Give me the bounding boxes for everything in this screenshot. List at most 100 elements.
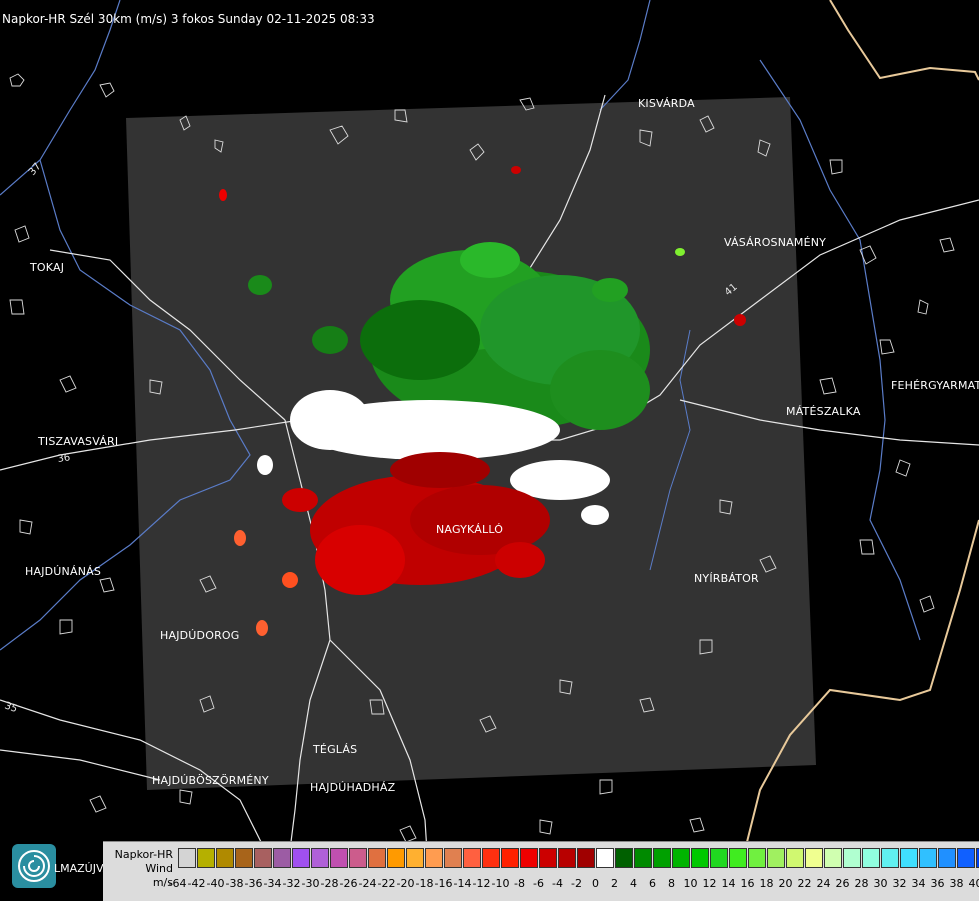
legend-swatch bbox=[425, 848, 443, 868]
legend-swatch bbox=[938, 848, 956, 868]
legend-swatch bbox=[197, 848, 215, 868]
legend-swatch bbox=[558, 848, 576, 868]
legend-tick-label: 16 bbox=[741, 877, 755, 890]
city-label: HAJDÚNÁNÁS bbox=[25, 565, 101, 578]
radar-map: 37 41 36 35 bbox=[0, 0, 979, 900]
legend-swatch bbox=[767, 848, 785, 868]
legend-tick-label: -10 bbox=[492, 877, 510, 890]
legend-swatch bbox=[786, 848, 804, 868]
legend-tick-label: 26 bbox=[836, 877, 850, 890]
legend-tick-label: -24 bbox=[359, 877, 377, 890]
legend-swatch bbox=[881, 848, 899, 868]
legend-tick-label: 0 bbox=[592, 877, 599, 890]
legend-swatch bbox=[672, 848, 690, 868]
legend-label-line: Napkor-HR bbox=[107, 848, 173, 862]
city-label: TÉGLÁS bbox=[313, 743, 357, 756]
legend-tick-label: 18 bbox=[760, 877, 774, 890]
legend-swatch bbox=[653, 848, 671, 868]
legend-swatch bbox=[577, 848, 595, 868]
legend-label-line: m/s bbox=[107, 876, 173, 890]
road-number-label: 36 bbox=[57, 452, 71, 465]
legend-tick-label: 28 bbox=[855, 877, 869, 890]
legend-swatch bbox=[710, 848, 728, 868]
legend-swatch bbox=[805, 848, 823, 868]
legend-tick-label: 4 bbox=[630, 877, 637, 890]
legend-tick-label: -4 bbox=[552, 877, 563, 890]
legend-swatch bbox=[292, 848, 310, 868]
legend-swatch bbox=[501, 848, 519, 868]
city-label: NAGYKÁLLÓ bbox=[436, 523, 503, 536]
legend-tick-label: -6 bbox=[533, 877, 544, 890]
napkor-logo-icon bbox=[12, 844, 56, 888]
legend-tick-label: 22 bbox=[798, 877, 812, 890]
legend-tick-label: 40 bbox=[969, 877, 979, 890]
city-label: FEHÉRGYARMAT bbox=[891, 379, 979, 392]
legend-swatch bbox=[539, 848, 557, 868]
city-label: VÁSÁROSNAMÉNY bbox=[724, 236, 826, 249]
legend-tick-label: -26 bbox=[340, 877, 358, 890]
legend-swatch bbox=[615, 848, 633, 868]
legend-swatch bbox=[368, 848, 386, 868]
legend-tick-label: -36 bbox=[245, 877, 263, 890]
legend-swatch bbox=[824, 848, 842, 868]
legend-tick-label: 14 bbox=[722, 877, 736, 890]
legend-tick-label: 8 bbox=[668, 877, 675, 890]
legend-label-line: Wind bbox=[107, 862, 173, 876]
legend-tick-label: 12 bbox=[703, 877, 717, 890]
city-label: HAJDÚDOROG bbox=[160, 629, 240, 642]
legend-swatch bbox=[843, 848, 861, 868]
city-label: TISZAVASVÁRI bbox=[38, 435, 118, 448]
legend-color-scale bbox=[178, 848, 979, 868]
legend-tick-label: -12 bbox=[473, 877, 491, 890]
legend-swatch bbox=[634, 848, 652, 868]
city-label: NYÍRBÁTOR bbox=[694, 572, 759, 585]
legend-swatch bbox=[235, 848, 253, 868]
legend-tick-label: 10 bbox=[684, 877, 698, 890]
legend-tick-label: 34 bbox=[912, 877, 926, 890]
legend-tick-label: -40 bbox=[207, 877, 225, 890]
legend-swatch bbox=[596, 848, 614, 868]
legend-swatch bbox=[691, 848, 709, 868]
legend-tick-label: -20 bbox=[397, 877, 415, 890]
legend-swatch bbox=[330, 848, 348, 868]
map-title: Napkor-HR Szél 30km (m/s) 3 fokos Sunday… bbox=[2, 12, 375, 26]
city-label: KISVÁRDA bbox=[638, 97, 695, 110]
legend-swatch bbox=[919, 848, 937, 868]
legend-tick-label: -32 bbox=[283, 877, 301, 890]
city-label: TOKAJ bbox=[30, 261, 64, 274]
legend-swatch bbox=[178, 848, 196, 868]
city-label: HAJDÚBÖSZÖRMÉNY bbox=[152, 774, 269, 787]
legend-tick-label: 36 bbox=[931, 877, 945, 890]
legend-tick-label: -8 bbox=[514, 877, 525, 890]
legend-label: Napkor-HR Wind m/s bbox=[107, 848, 173, 890]
legend-swatch bbox=[900, 848, 918, 868]
legend-swatch bbox=[520, 848, 538, 868]
legend-ticks: -64-42-40-38-36-34-32-30-28-26-24-22-20-… bbox=[178, 877, 978, 891]
legend-swatch bbox=[729, 848, 747, 868]
legend-tick-label: -2 bbox=[571, 877, 582, 890]
legend-swatch bbox=[216, 848, 234, 868]
legend-swatch bbox=[254, 848, 272, 868]
legend-swatch bbox=[957, 848, 975, 868]
legend-tick-label: 2 bbox=[611, 877, 618, 890]
legend-tick-label: 6 bbox=[649, 877, 656, 890]
legend-tick-label: -18 bbox=[416, 877, 434, 890]
legend-swatch bbox=[311, 848, 329, 868]
legend-tick-label: -14 bbox=[454, 877, 472, 890]
legend-tick-label: 30 bbox=[874, 877, 888, 890]
legend-tick-label: -22 bbox=[378, 877, 396, 890]
legend-tick-label: 38 bbox=[950, 877, 964, 890]
legend-swatch bbox=[444, 848, 462, 868]
legend-tick-label: -16 bbox=[435, 877, 453, 890]
legend-swatch bbox=[463, 848, 481, 868]
legend-tick-label: -38 bbox=[226, 877, 244, 890]
legend-tick-label: 32 bbox=[893, 877, 907, 890]
legend-tick-label: -30 bbox=[302, 877, 320, 890]
legend-swatch bbox=[273, 848, 291, 868]
legend-tick-label: -64 bbox=[169, 877, 187, 890]
city-label: HAJDÚHADHÁZ bbox=[310, 781, 395, 794]
city-label: MÁTÉSZALKA bbox=[786, 405, 861, 418]
legend-tick-label: 20 bbox=[779, 877, 793, 890]
legend-swatch bbox=[748, 848, 766, 868]
legend-swatch bbox=[482, 848, 500, 868]
